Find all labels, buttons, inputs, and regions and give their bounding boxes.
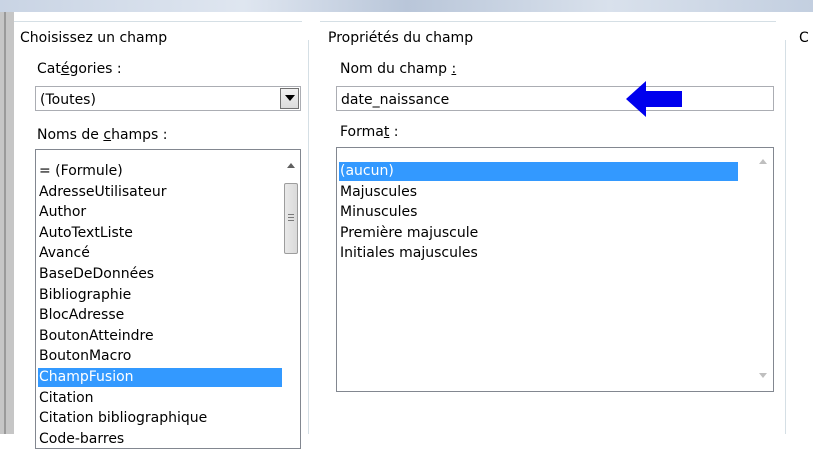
field-name-item[interactable]: ChampFusion [38, 368, 282, 387]
insert-field-dialog: Choisissez un champ Catégories : (Toutes… [14, 12, 813, 449]
left-arrow-icon [626, 81, 682, 117]
field-names-list[interactable]: = (Formule) AdresseUtilisateur Author AutoT… [35, 149, 301, 449]
field-name-item[interactable]: Author [38, 203, 282, 222]
field-name-item[interactable]: = (Formule) [38, 162, 282, 181]
group-title-third: C [799, 30, 809, 46]
format-item[interactable]: Majuscules [339, 183, 738, 202]
scroll-down-button[interactable] [755, 367, 772, 384]
field-name-item[interactable]: BlocAdresse [38, 306, 282, 325]
field-name-item[interactable]: Citation bibliographique [38, 409, 282, 428]
field-names-label: Noms de champs : [37, 127, 168, 143]
field-name-item[interactable]: AdresseUtilisateur [38, 183, 282, 202]
field-name-item[interactable]: Avancé [38, 244, 282, 263]
scroll-down-icon [759, 373, 767, 378]
group-divider [308, 40, 309, 434]
scroll-up-icon [759, 159, 767, 164]
field-name-item[interactable]: BoutonMacro [38, 347, 282, 366]
format-label: Format : [340, 124, 399, 140]
group-border [320, 21, 776, 22]
scroll-up-icon [287, 163, 295, 168]
field-name-item[interactable]: Citation [38, 389, 282, 408]
format-item[interactable]: Minuscules [339, 203, 738, 222]
group-title-choose-field: Choisissez un champ [20, 30, 174, 46]
scroll-up-button[interactable] [283, 157, 300, 174]
format-item[interactable]: Initiales majuscules [339, 244, 738, 263]
dropdown-button[interactable] [280, 88, 299, 109]
scroll-up-button[interactable] [755, 153, 772, 170]
window-top-strip [0, 0, 813, 12]
field-name-label: Nom du champ : [340, 61, 457, 77]
group-border [14, 21, 302, 22]
group-divider [785, 40, 786, 434]
scroll-thumb[interactable] [284, 183, 298, 254]
field-name-item[interactable]: Code-barres [38, 430, 282, 448]
field-names-scrollbar[interactable] [283, 151, 300, 448]
group-title-field-properties: Propriétés du champ [328, 30, 480, 46]
format-scrollbar[interactable] [755, 149, 772, 391]
field-name-item[interactable]: Bibliographie [38, 286, 282, 305]
field-name-item[interactable]: BoutonAtteindre [38, 327, 282, 346]
format-item[interactable]: (aucun) [339, 162, 738, 181]
window-left-edge [0, 12, 14, 434]
format-item[interactable]: Première majuscule [339, 224, 738, 243]
field-name-value: date_naissance [341, 92, 450, 108]
categories-label: Catégories : [37, 61, 122, 77]
field-name-item[interactable]: AutoTextListe [38, 224, 282, 243]
categories-value: (Toutes) [40, 92, 96, 108]
field-name-item[interactable]: BaseDeDonnées [38, 265, 282, 284]
field-name-input[interactable]: date_naissance [336, 86, 774, 111]
categories-dropdown[interactable]: (Toutes) [35, 86, 301, 111]
chevron-down-icon [285, 95, 295, 101]
format-list[interactable]: (aucun) Majuscules Minuscules Première maju… [336, 147, 774, 392]
